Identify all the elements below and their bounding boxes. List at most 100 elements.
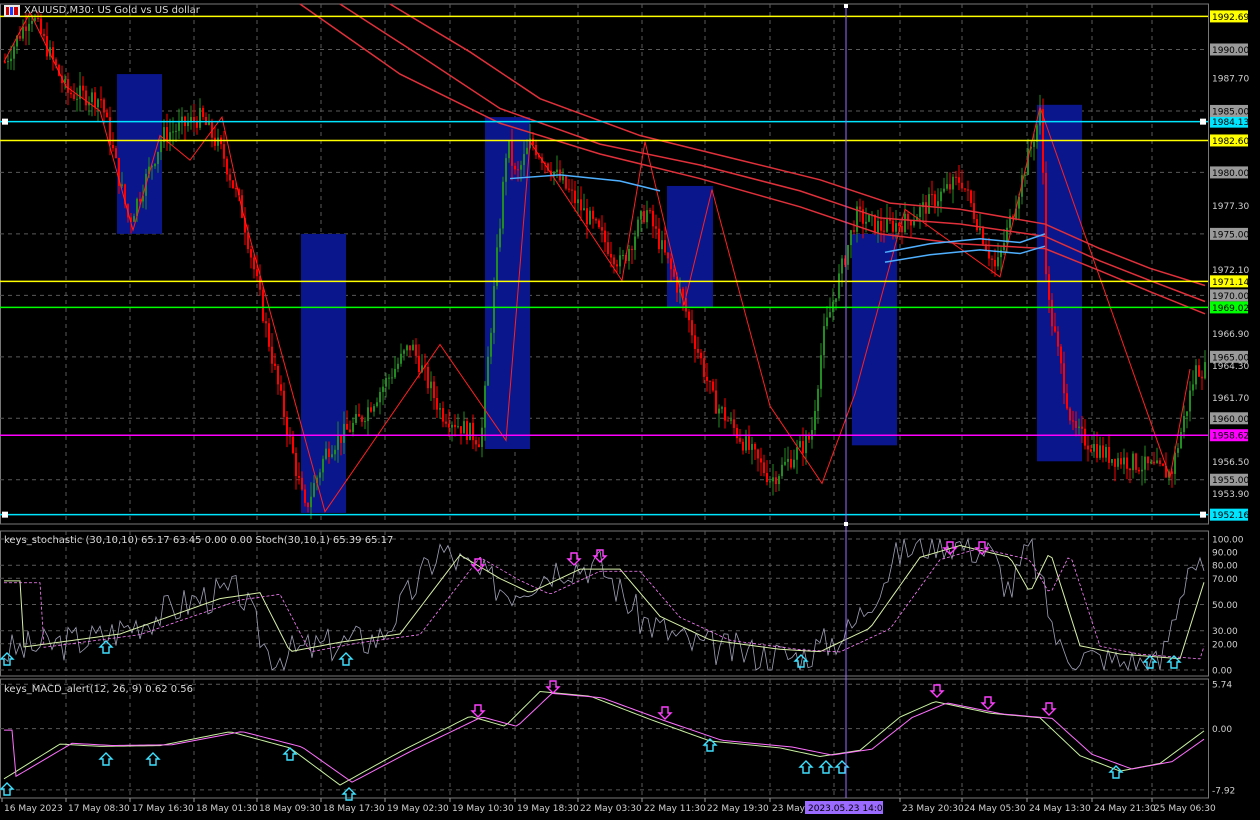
price-label: 1966.90 — [1212, 330, 1249, 340]
candle-body — [43, 33, 45, 37]
candle-body — [166, 127, 168, 142]
candle-body — [1096, 444, 1098, 458]
candle-body — [1081, 426, 1083, 429]
candle-body — [415, 344, 417, 356]
candle-body — [724, 407, 726, 421]
price-axis: 1992.69 1984.13 1982.60 1971.14 1969.02 1958.… — [1210, 10, 1249, 796]
candle-body — [280, 384, 282, 391]
candle-body — [475, 440, 477, 445]
candle-body — [946, 184, 948, 189]
candle-body — [904, 213, 906, 233]
candle-body — [661, 240, 663, 250]
candle-body — [487, 356, 489, 386]
candle-body — [1180, 432, 1182, 449]
candle-body — [337, 435, 339, 450]
candle-body — [643, 211, 645, 223]
candle-body — [226, 158, 228, 175]
candle-body — [706, 376, 708, 381]
candle-body — [562, 176, 564, 181]
candle-body — [172, 131, 174, 133]
candle-body — [523, 153, 525, 166]
candle-body — [532, 138, 534, 145]
candle-body — [901, 225, 903, 233]
price-label: 1975.00 — [1212, 230, 1249, 240]
stoch-tick: 20.00 — [1212, 640, 1238, 650]
time-label: 22 May 11:30 — [644, 804, 706, 814]
time-label: 18 May 01:30 — [196, 804, 258, 814]
candle-body — [361, 416, 363, 422]
price-label: 1980.00 — [1212, 169, 1249, 179]
candle-body — [979, 228, 981, 231]
candle-body — [1192, 384, 1194, 391]
candle-body — [727, 420, 729, 422]
candle-body — [1147, 456, 1149, 464]
candle-body — [1141, 469, 1143, 472]
stoch-tick: 50.00 — [1212, 601, 1238, 611]
candle-body — [91, 92, 93, 103]
candle-body — [631, 248, 633, 251]
candle-body — [754, 443, 756, 450]
candle-body — [892, 220, 894, 232]
candle-body — [511, 141, 513, 166]
chart-canvas[interactable]: 1992.69 1984.13 1982.60 1971.14 1969.02 1958.… — [0, 0, 1260, 820]
candle-body — [133, 216, 135, 222]
candle-body — [508, 141, 510, 159]
candle-body — [235, 188, 237, 190]
level-label: 1984.13 — [1212, 118, 1249, 128]
candle-body — [607, 242, 609, 254]
candle-body — [673, 269, 675, 277]
stoch-tick: 100.00 — [1212, 536, 1244, 546]
macd-tick: -7.92 — [1212, 786, 1235, 796]
candle-body — [784, 461, 786, 465]
candle-body — [808, 435, 810, 440]
candle-body — [28, 23, 30, 31]
macd-tick: 5.74 — [1212, 681, 1232, 691]
candle-body — [175, 130, 177, 132]
candle-body — [37, 18, 39, 20]
candle-body — [688, 311, 690, 321]
stoch-tick: 0.00 — [1212, 667, 1232, 677]
candle-body — [721, 407, 723, 409]
candle-body — [310, 496, 312, 508]
candle-body — [925, 202, 927, 214]
candle-body — [1156, 460, 1158, 464]
candle-body — [847, 245, 849, 265]
candle-body — [667, 252, 669, 259]
candle-body — [187, 122, 189, 127]
stoch-tick: 90.00 — [1212, 549, 1238, 559]
candle-body — [997, 257, 999, 267]
time-label: 17 May 16:30 — [132, 804, 194, 814]
stoch-tick: 80.00 — [1212, 562, 1238, 572]
candle-body — [253, 257, 255, 270]
candle-body — [628, 248, 630, 261]
chart-menu-icon[interactable] — [4, 5, 20, 17]
candle-body — [805, 435, 807, 454]
candle-body — [589, 210, 591, 225]
candle-body — [574, 190, 576, 204]
candle-body — [307, 502, 309, 508]
candle-body — [262, 289, 264, 322]
candle-body — [499, 228, 501, 248]
time-label: 19 May 02:30 — [387, 804, 449, 814]
candle-body — [1036, 125, 1038, 142]
candle-body — [604, 230, 606, 243]
candle-body — [199, 107, 201, 128]
candle-body — [988, 250, 990, 259]
candle-body — [1195, 365, 1197, 385]
candle-body — [1033, 141, 1035, 147]
candle-body — [1102, 445, 1104, 458]
candle-body — [484, 385, 486, 428]
price-label: 1956.50 — [1212, 458, 1249, 468]
candle-body — [592, 210, 594, 219]
candle-body — [469, 422, 471, 440]
time-label: 24 May 13:30 — [1029, 804, 1091, 814]
candle-body — [766, 473, 768, 483]
candle-body — [652, 210, 654, 227]
candle-body — [772, 477, 774, 482]
candle-body — [646, 210, 648, 223]
candle-body — [85, 90, 87, 106]
candle-body — [448, 423, 450, 428]
candle-body — [994, 259, 996, 267]
candle-body — [799, 441, 801, 448]
candle-body — [895, 223, 897, 232]
